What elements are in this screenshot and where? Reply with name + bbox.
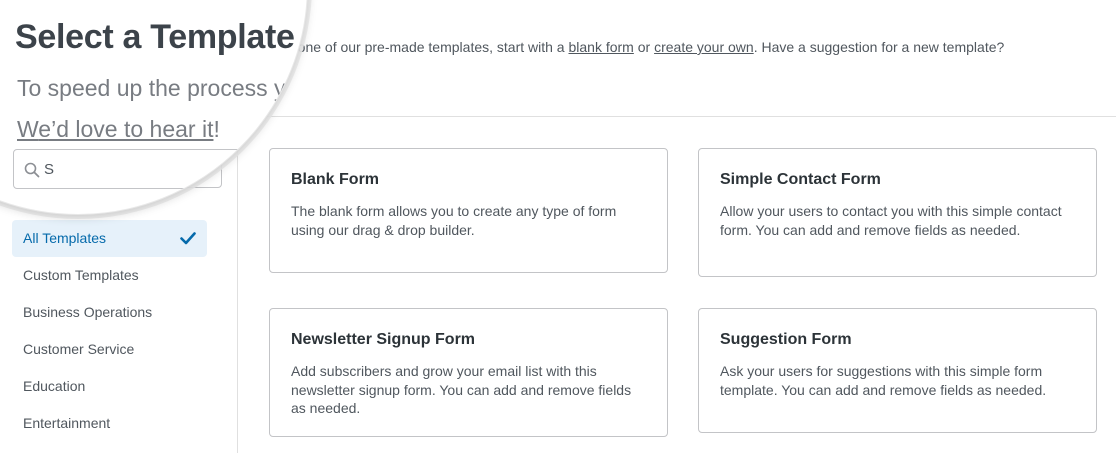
template-card-simple-contact-form[interactable]: Simple Contact Form Allow your users to … (698, 148, 1097, 277)
template-card-description: The blank form allows you to create any … (291, 203, 617, 238)
page-title: Select a Template (15, 18, 295, 56)
search-icon (24, 162, 40, 178)
magnifier-lens: Select a Template To speed up the proces… (0, 0, 308, 215)
category-customer-service[interactable]: Customer Service (12, 331, 207, 368)
feedback-text: We’d love to hear it! (17, 116, 220, 142)
category-entertainment[interactable]: Entertainment (12, 405, 207, 442)
search-placeholder-text: S (44, 161, 55, 178)
template-card-title: Suggestion Form (720, 331, 852, 348)
template-card-suggestion-form[interactable]: Suggestion Form Ask your users for sugge… (698, 308, 1097, 433)
header-divider (238, 116, 1116, 117)
template-card-newsletter-signup-form[interactable]: Newsletter Signup Form Add subscribers a… (269, 308, 668, 437)
blank-form-link[interactable]: blank form (568, 39, 633, 55)
template-card-title: Simple Contact Form (720, 171, 881, 188)
checkmark-icon (180, 232, 196, 245)
create-your-own-link[interactable]: create your own (654, 39, 754, 55)
feedback-link[interactable]: We’d love to hear it (17, 116, 213, 142)
category-custom-templates[interactable]: Custom Templates (12, 257, 207, 294)
template-card-title: Newsletter Signup Form (291, 331, 476, 348)
intro-text: n one of our pre-made templates, start w… (286, 39, 1005, 55)
template-selector-page: n one of our pre-made templates, start w… (0, 0, 1116, 453)
template-card-description: Add subscribers and grow your email list… (291, 363, 632, 416)
magnified-intro-text: To speed up the process y (17, 75, 286, 101)
category-education[interactable]: Education (12, 368, 207, 405)
magnified-search-box[interactable]: S (13, 149, 307, 189)
category-business-operations[interactable]: Business Operations (12, 294, 207, 331)
template-card-title: Blank Form (291, 171, 380, 188)
template-card-blank-form[interactable]: Blank Form The blank form allows you to … (269, 148, 668, 273)
category-list: All Templates Custom Templates Business … (12, 220, 207, 442)
category-all-templates[interactable]: All Templates (12, 220, 207, 257)
template-card-description: Ask your users for suggestions with this… (720, 363, 1047, 398)
template-card-description: Allow your users to contact you with thi… (720, 203, 1062, 238)
